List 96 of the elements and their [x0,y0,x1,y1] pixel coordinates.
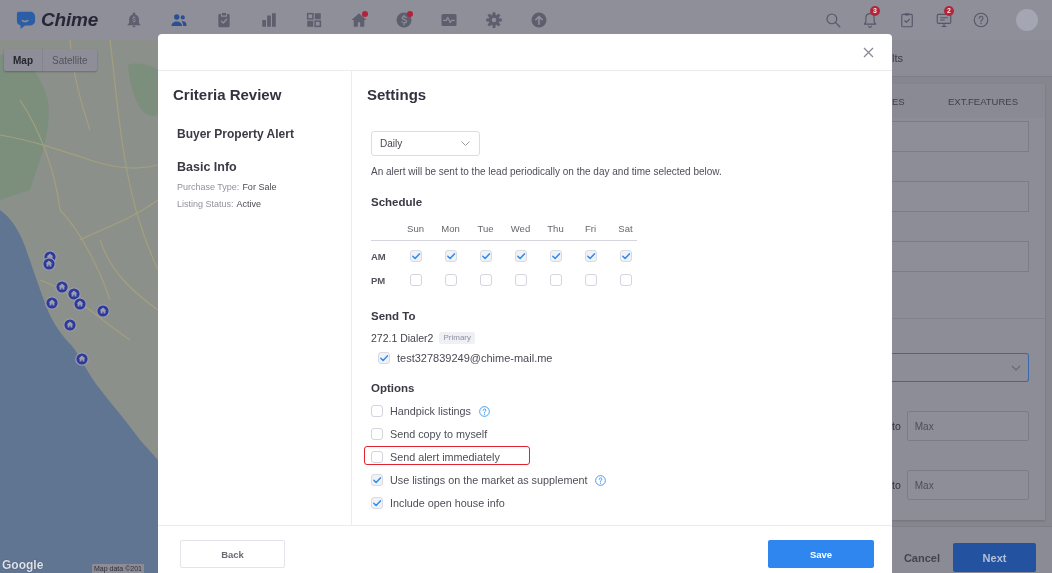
section-heading: Schedule [371,195,423,210]
checkbox[interactable] [371,405,383,417]
checkbox[interactable] [371,428,383,440]
people-icon[interactable] [170,11,189,29]
contact-name: 272.1 Dialer2 [371,332,434,344]
field-value: For Sale [242,181,277,194]
section-heading: Options [371,381,415,396]
checkbox[interactable] [479,274,492,286]
house-marker-icon[interactable] [75,352,89,366]
house-marker-icon[interactable] [63,318,77,332]
close-icon[interactable] [863,46,874,58]
arrow-up-circle-icon[interactable] [530,11,549,29]
field-label: Listing Status: [177,198,234,211]
checkbox[interactable] [444,274,457,286]
speech-bubble-logo-icon[interactable] [15,10,37,30]
bell-icon[interactable] [861,11,879,29]
alert-type-title: Buyer Property Alert [177,126,294,142]
checkbox[interactable] [514,274,527,286]
save-button[interactable]: Save [768,540,874,568]
monitor-icon[interactable] [935,11,953,29]
input-field[interactable] [892,181,1029,212]
house-marker-icon[interactable] [73,297,87,311]
avatar-icon[interactable] [1016,9,1038,31]
day-label: Wed [510,223,531,234]
checkbox[interactable] [444,250,457,262]
checkbox[interactable] [479,250,492,262]
checkbox[interactable] [619,250,632,262]
day-label: Sat [618,223,633,234]
time-label: AM [371,250,386,262]
panel-title: Criteria Review [173,85,282,105]
pulse-icon[interactable] [440,11,459,29]
checkbox[interactable] [409,250,422,262]
select-field[interactable] [892,353,1029,382]
day-label: Mon [441,223,460,234]
option-label: Handpick listings [390,405,471,417]
grid-icon[interactable] [305,11,324,29]
map-logo: Google [2,559,44,572]
time-label: PM [371,274,386,286]
day-label: Fri [584,223,597,234]
bar-chart-icon[interactable] [260,11,279,29]
option-label: Use listings on the market as supplement [390,474,588,486]
day-label: Sun [407,223,424,234]
range-label: to [892,479,901,491]
checkbox[interactable] [371,497,383,509]
house-marker-icon[interactable] [42,257,56,271]
help-icon[interactable] [595,474,607,486]
help-icon[interactable] [479,405,490,417]
frequency-dropdown[interactable]: Daily [371,131,480,156]
house-marker-icon[interactable] [45,296,59,310]
checkbox[interactable] [514,250,527,262]
checkbox[interactable] [409,274,422,286]
email-address: test327839249@chime-mail.me [397,352,553,364]
section-heading: Basic Info [177,159,237,175]
next-button[interactable]: Next [953,543,1036,572]
chevron-down-icon [461,141,470,146]
range-label: to [892,420,901,432]
input-field[interactable] [892,121,1029,152]
checkbox[interactable] [584,250,597,262]
panel-heading: lts [892,40,1052,77]
day-label: Thu [547,223,564,234]
checkbox[interactable] [371,451,383,463]
input-field[interactable] [892,241,1029,272]
field-value: Active [236,198,262,211]
dollar-icon[interactable] [395,11,414,29]
option-label: Send copy to myself [390,428,488,440]
gear-icon[interactable] [485,11,504,29]
checkbox[interactable] [549,274,562,286]
day-label: Tue [477,223,494,234]
checkbox[interactable] [584,274,597,286]
field-label: Purchase Type: [177,181,240,194]
section-heading: Send To [371,309,416,324]
primary-badge: Primary [439,332,476,344]
help-icon[interactable] [972,11,990,29]
tab[interactable]: ES [892,95,905,107]
max-input-field[interactable]: Max [906,470,1029,500]
option-label: Send alert immediately [390,451,500,463]
map-type-button[interactable]: Satellite [42,49,97,71]
logo-text[interactable]: Chime [41,9,99,31]
option-label: Include open house info [390,497,505,509]
map-type-button[interactable]: Map [4,49,42,71]
clipboard-check-icon[interactable] [898,11,916,29]
back-button[interactable]: Back [180,540,285,568]
checkbox[interactable] [378,352,390,364]
checkbox[interactable] [549,250,562,262]
house-icon[interactable] [350,11,369,29]
chevron-down-icon [1011,364,1021,371]
panel-title: Settings [367,85,427,105]
house-marker-icon[interactable] [96,304,110,318]
search-icon[interactable] [824,11,842,29]
checkbox[interactable] [371,474,383,486]
checkbox[interactable] [619,274,632,286]
frequency-note: An alert will be sent to the lead periodically on the day and time selected below. [371,165,722,179]
tab[interactable]: EXT.FEATURES [947,95,1018,107]
max-input-field[interactable]: Max [906,411,1029,441]
house-marker-icon[interactable] [55,280,69,294]
cancel-button[interactable]: Cancel [903,543,940,572]
